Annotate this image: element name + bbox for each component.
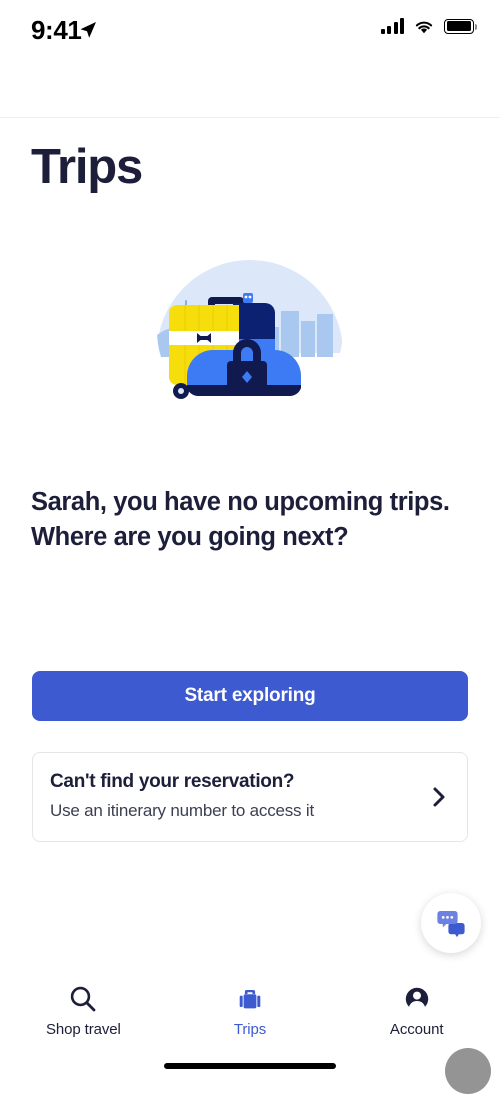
battery-full-icon xyxy=(444,18,478,34)
nav-label-trips: Trips xyxy=(233,1021,267,1038)
cellular-signal-icon xyxy=(380,18,404,34)
empty-state-message: Sarah, you have no upcoming trips. Where… xyxy=(31,488,450,551)
suitcase-back-tag xyxy=(243,293,253,303)
status-bar-indicators xyxy=(380,18,478,34)
status-bar-time: 9:41 xyxy=(31,15,82,45)
account-person-icon xyxy=(402,984,432,1014)
chevron-right-icon xyxy=(433,787,445,807)
nav-item-shop-travel[interactable]: Shop travel xyxy=(0,970,167,1080)
touch-cursor-indicator xyxy=(445,1048,491,1094)
home-indicator xyxy=(164,1063,336,1069)
find-reservation-card[interactable]: Can't find your reservation? Use an itin… xyxy=(32,752,468,842)
suitcase-icon xyxy=(235,984,265,1014)
nav-label-shop-travel: Shop travel xyxy=(45,1021,121,1038)
wifi-icon xyxy=(415,21,433,34)
luggage-illustration xyxy=(155,235,345,425)
find-reservation-subtitle: Use an itinerary number to access it xyxy=(50,801,314,820)
start-exploring-button[interactable]: Start exploring xyxy=(32,671,468,721)
location-arrow-icon xyxy=(80,22,96,38)
nav-label-account: Account xyxy=(389,1021,444,1038)
page-title: Trips xyxy=(31,140,143,194)
search-icon xyxy=(68,984,98,1014)
bottom-navigation: Shop travel Trips Account xyxy=(0,970,500,1094)
chat-support-button[interactable] xyxy=(421,893,481,953)
status-bar: 9:41 xyxy=(0,0,500,118)
find-reservation-title: Can't find your reservation? xyxy=(50,771,295,792)
chat-bubbles-icon xyxy=(437,911,465,937)
